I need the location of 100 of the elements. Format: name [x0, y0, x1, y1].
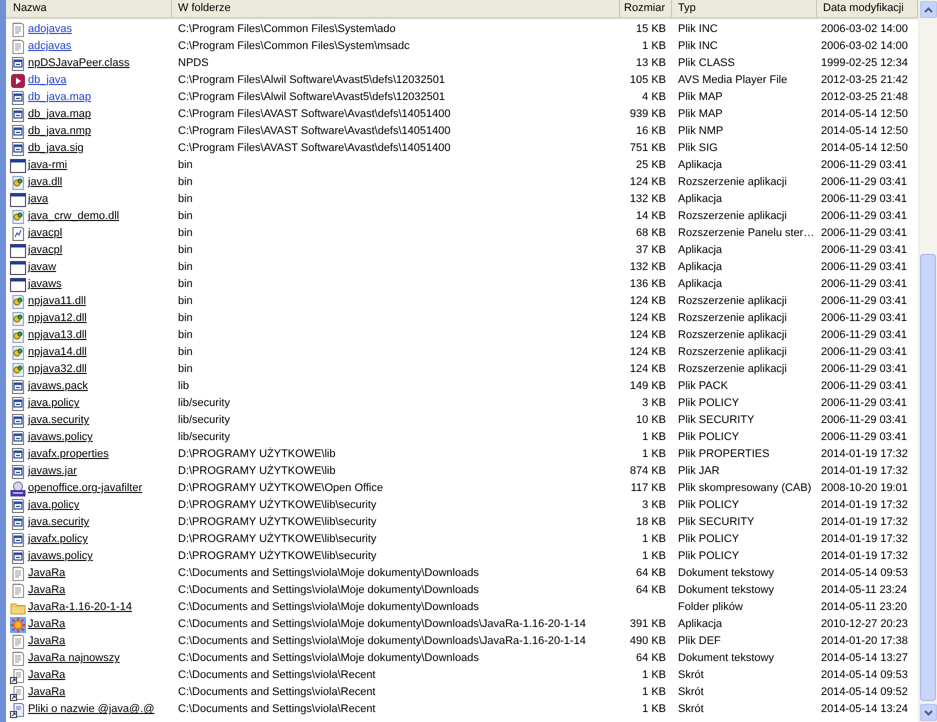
- size-cell-text: 124 KB: [630, 311, 666, 326]
- file-link[interactable]: JavaRa: [28, 667, 66, 684]
- type-cell-text: Plik PROPERTIES: [678, 447, 770, 462]
- size-cell-text: 1 KB: [642, 430, 666, 446]
- file-link[interactable]: javaws.pack: [28, 378, 88, 395]
- type-cell-text: Rozszerzenie aplikacji: [678, 294, 787, 310]
- size-cell-text: 124 KB: [630, 294, 666, 310]
- document-icon: [10, 56, 26, 72]
- file-link[interactable]: java.policy: [28, 395, 80, 412]
- text-file-icon: [10, 650, 26, 666]
- file-link[interactable]: javaws.jar: [28, 463, 77, 480]
- file-link[interactable]: javaws: [28, 276, 62, 293]
- file-link[interactable]: java: [28, 191, 48, 208]
- type-cell-text: Plik PACK: [678, 379, 728, 394]
- file-link[interactable]: javafx.properties: [28, 446, 109, 463]
- file-link[interactable]: db_java: [28, 72, 67, 89]
- type-cell-text: Plik POLICY: [678, 396, 740, 412]
- folder-cell-text: bin: [178, 328, 193, 344]
- type-cell-text: Rozszerzenie aplikacji: [678, 311, 787, 326]
- file-link[interactable]: JavaRa najnowszy: [28, 650, 120, 667]
- date-cell-text: 2014-05-11 23:20: [821, 600, 908, 616]
- folder-cell-text: NPDS: [178, 56, 209, 72]
- file-link[interactable]: javaws.policy: [28, 429, 93, 446]
- file-link[interactable]: adojavas: [28, 21, 72, 38]
- file-link[interactable]: javacpl: [28, 242, 62, 259]
- file-link[interactable]: db_java.nmp: [28, 123, 91, 140]
- file-link[interactable]: java.security: [28, 514, 90, 531]
- scroll-thumb[interactable]: [920, 254, 936, 701]
- file-link[interactable]: npjava14.dll: [28, 344, 87, 361]
- scroll-down-button[interactable]: [920, 704, 936, 721]
- type-cell-text: Plik skompresowany (CAB): [678, 481, 812, 496]
- file-link[interactable]: npjava13.dll: [28, 327, 87, 344]
- scrollbar[interactable]: [918, 0, 937, 722]
- document-icon: [10, 106, 26, 122]
- folder-cell-text: D:\PROGRAMY UŻYTKOWE\lib\security: [178, 498, 376, 514]
- date-cell-text: 2014-01-20 17:38: [821, 634, 908, 650]
- document-icon: [10, 498, 26, 514]
- gear-file-icon: [10, 362, 26, 378]
- folder-cell-text: C:\Program Files\Common Files\System\ado: [178, 22, 396, 38]
- folder-cell-text: bin: [178, 158, 193, 174]
- size-cell-text: 18 KB: [636, 515, 666, 530]
- folder-cell-text: C:\Program Files\Alwil Software\Avast5\defs\12032501: [178, 73, 445, 88]
- size-cell-text: 25 KB: [636, 158, 666, 174]
- type-cell-text: Skrót: [678, 685, 704, 700]
- folder-cell-text: D:\PROGRAMY UŻYTKOWE\lib\security: [178, 548, 376, 564]
- file-link[interactable]: openoffice.org-javafilter: [28, 480, 142, 497]
- date-cell-text: 2014-01-19 17:32: [821, 447, 908, 462]
- size-cell-text: 874 KB: [630, 464, 666, 480]
- size-cell-text: 149 KB: [630, 379, 666, 394]
- type-cell-text: Skrót: [678, 702, 704, 718]
- document-icon: [10, 548, 26, 564]
- column-header[interactable]: Typ: [672, 0, 817, 17]
- type-cell-text: Plik JAR: [678, 464, 720, 480]
- column-header[interactable]: Rozmiar: [620, 0, 672, 17]
- file-link[interactable]: javacpl: [28, 225, 62, 242]
- file-link[interactable]: java.policy: [28, 497, 80, 514]
- date-cell-text: 2014-05-14 13:27: [821, 651, 908, 666]
- type-cell-text: Rozszerzenie aplikacji: [678, 345, 787, 360]
- file-link[interactable]: npjava12.dll: [28, 310, 87, 327]
- document-icon: [10, 514, 26, 530]
- file-link[interactable]: javafx.policy: [28, 531, 88, 548]
- scroll-up-button[interactable]: [920, 1, 936, 18]
- size-cell-text: 1 KB: [642, 447, 666, 462]
- file-link[interactable]: npDSJavaPeer.class: [28, 55, 130, 72]
- file-link[interactable]: db_java.map: [28, 106, 91, 123]
- date-cell-text: 2006-11-29 03:41: [821, 243, 908, 258]
- file-link[interactable]: db_java.map: [28, 89, 91, 106]
- column-header[interactable]: W folderze: [172, 0, 620, 17]
- file-link[interactable]: JavaRa: [28, 633, 66, 650]
- file-link[interactable]: Pliki o nazwie @java@.@: [28, 701, 154, 718]
- file-link[interactable]: JavaRa: [28, 582, 66, 599]
- file-link[interactable]: java-rmi: [28, 157, 68, 174]
- file-link[interactable]: javaws.policy: [28, 548, 93, 565]
- file-link[interactable]: npjava32.dll: [28, 361, 87, 378]
- file-link[interactable]: db_java.sig: [28, 140, 84, 157]
- type-cell-text: Plik POLICY: [678, 430, 740, 446]
- file-link[interactable]: JavaRa: [28, 565, 66, 582]
- file-link[interactable]: JavaRa-1.16-20-1-14: [28, 599, 132, 616]
- shortcut-icon: [10, 668, 26, 684]
- date-cell-text: 2010-12-27 20:23: [821, 617, 908, 632]
- file-link[interactable]: JavaRa: [28, 684, 66, 701]
- file-link[interactable]: java.dll: [28, 174, 62, 191]
- size-cell-text: 68 KB: [636, 226, 666, 242]
- file-link[interactable]: JavaRa: [28, 616, 66, 633]
- file-link[interactable]: javaw: [28, 259, 56, 276]
- date-cell-text: 2006-11-29 03:41: [821, 396, 908, 412]
- file-link[interactable]: adcjavas: [28, 38, 72, 55]
- file-link[interactable]: npjava11.dll: [28, 293, 86, 310]
- folder-cell-text: bin: [178, 294, 193, 310]
- file-link[interactable]: java_crw_demo.dll: [28, 208, 120, 225]
- date-cell-text: 2014-01-19 17:32: [821, 532, 908, 548]
- type-cell-text: AVS Media Player File: [678, 73, 788, 88]
- date-cell-text: 2006-11-29 03:41: [821, 328, 908, 344]
- column-header[interactable]: Nazwa: [6, 0, 172, 17]
- file-link[interactable]: java.security: [28, 412, 90, 429]
- window-icon: [10, 276, 26, 292]
- folder-cell-text: D:\PROGRAMY UŻYTKOWE\lib\security: [178, 514, 376, 530]
- folder-cell-text: bin: [178, 362, 193, 378]
- size-cell-text: 10 KB: [636, 413, 666, 428]
- folder-cell-text: lib/security: [178, 396, 230, 412]
